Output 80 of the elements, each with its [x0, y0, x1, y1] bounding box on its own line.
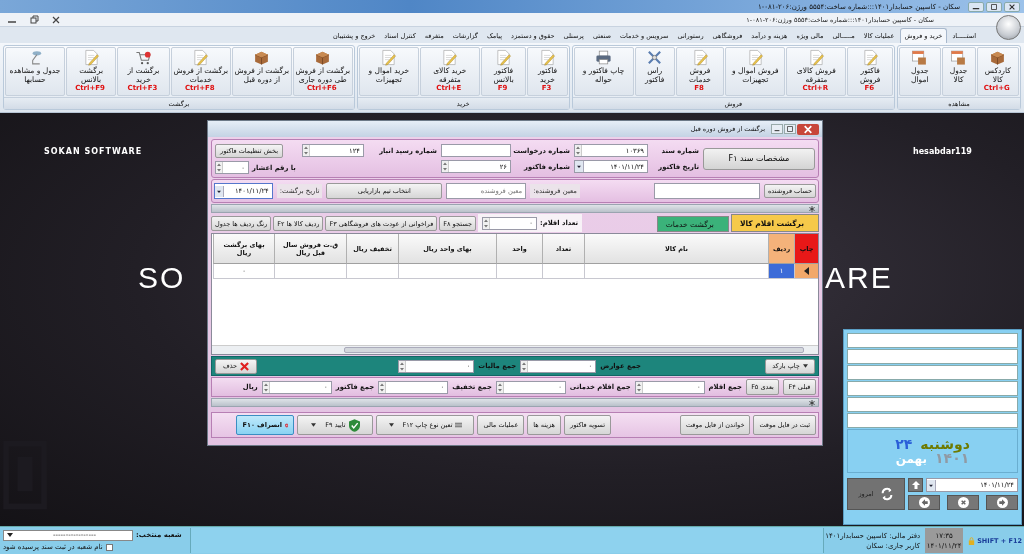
close-icon [957, 497, 969, 508]
spinner-icon[interactable] [216, 162, 223, 173]
box-icon [314, 49, 332, 66]
right-arrow-icon [996, 497, 1008, 508]
left-arrow-icon [918, 497, 930, 508]
input-field[interactable] [847, 349, 1018, 364]
list-icon [455, 422, 463, 428]
table-cell [346, 264, 398, 279]
day-number: ۲۴ [895, 436, 913, 451]
minimize-icon[interactable] [771, 123, 783, 134]
wallpaper-text: SO [138, 261, 186, 295]
printer-icon [595, 49, 613, 66]
month-name: بهمن [895, 451, 928, 466]
spinner-icon[interactable] [482, 217, 490, 229]
table-icon [950, 49, 968, 66]
refresh-icon [879, 487, 894, 501]
caret-icon [802, 364, 808, 368]
input-field[interactable] [847, 381, 1018, 396]
horizontal-scrollbar[interactable] [212, 345, 818, 354]
previous-day-button[interactable] [908, 495, 940, 510]
asterisk-icon [809, 399, 815, 406]
caret-icon [388, 423, 394, 427]
cart-icon [134, 49, 152, 66]
spinner-icon[interactable] [262, 381, 270, 393]
current-row-icon [804, 267, 809, 275]
document-icon [192, 49, 210, 66]
tools-icon [646, 49, 664, 66]
dropdown-icon[interactable] [927, 479, 936, 491]
input-field[interactable] [847, 365, 1018, 380]
asterisk-icon [809, 205, 815, 212]
table-icon [911, 49, 929, 66]
shield-check-icon [348, 418, 360, 432]
input-field[interactable] [847, 333, 1018, 348]
document-icon [807, 49, 825, 66]
document-icon [539, 49, 556, 66]
input-field[interactable] [653, 183, 760, 199]
spinner-icon[interactable] [635, 381, 643, 393]
box-icon [253, 49, 271, 66]
document-icon [691, 49, 709, 66]
input-field[interactable] [847, 413, 1018, 428]
box-icon [989, 49, 1007, 66]
spinner-icon[interactable] [303, 145, 310, 156]
up-arrow-icon [911, 481, 920, 489]
user-text: hesabdar119 [913, 147, 972, 156]
wallpaper-text: ARE [825, 261, 893, 295]
minimize-icon[interactable] [968, 1, 984, 12]
document-icon [746, 49, 764, 66]
dropdown-icon[interactable] [215, 185, 224, 197]
brand-text: SOKAN SOFTWARE [44, 147, 143, 156]
up-button[interactable] [908, 478, 923, 492]
spinner-icon[interactable] [496, 381, 504, 393]
maximize-icon[interactable] [986, 1, 1002, 12]
caret-icon [311, 423, 317, 427]
lock-icon [968, 536, 976, 545]
clear-button[interactable] [947, 495, 979, 510]
spinner-icon[interactable] [399, 360, 407, 372]
close-icon[interactable] [1004, 1, 1020, 12]
document-icon [495, 49, 513, 66]
spinner-icon[interactable] [379, 381, 387, 393]
document-icon [441, 49, 459, 66]
next-day-button[interactable] [986, 495, 1018, 510]
spinner-icon[interactable] [521, 360, 529, 372]
document-details-button[interactable]: مشخصات سند F۱ [703, 147, 815, 170]
delete-icon [240, 361, 250, 371]
maximize-icon[interactable] [784, 123, 796, 134]
checkbox[interactable] [105, 543, 113, 551]
table-cell [274, 264, 346, 279]
document-icon [82, 49, 100, 66]
input-field[interactable] [441, 144, 511, 157]
input-field[interactable] [847, 397, 1018, 412]
spinner-icon[interactable] [575, 145, 582, 156]
weekday-name: دوشنبه [920, 436, 970, 451]
spinner-icon[interactable] [442, 161, 449, 172]
caret-icon [7, 533, 13, 537]
close-icon[interactable] [797, 123, 819, 135]
table-cell [542, 264, 584, 279]
table-cell [496, 264, 542, 279]
document-icon [380, 49, 398, 66]
dropdown-icon[interactable] [575, 161, 584, 172]
document-icon [861, 49, 879, 66]
